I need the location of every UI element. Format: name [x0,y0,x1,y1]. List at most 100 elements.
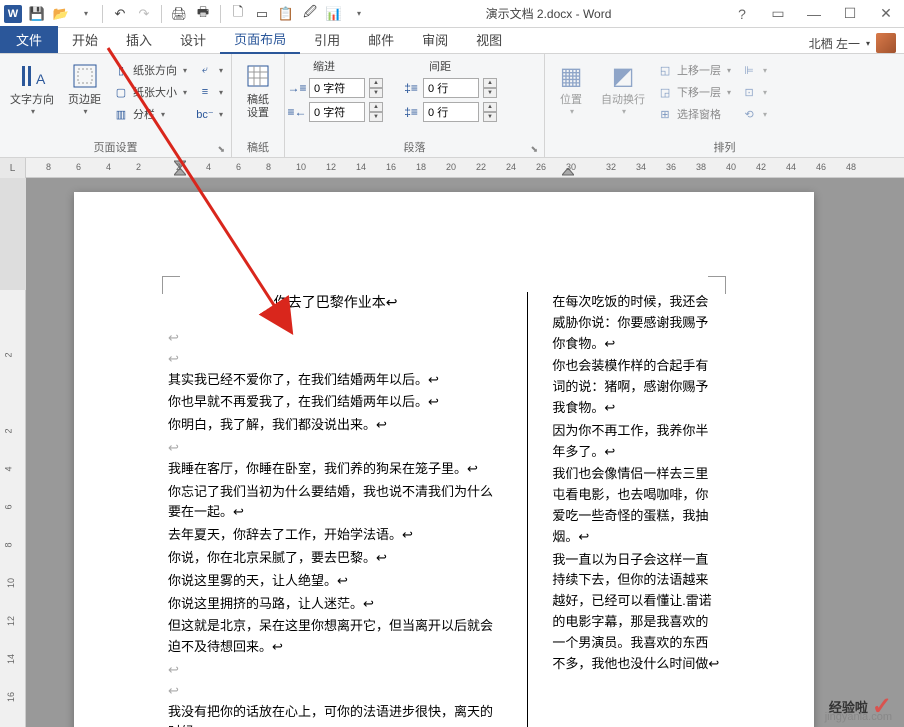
size-button[interactable]: ▢ 纸张大小▾ [109,82,191,102]
margin-corner-tl [162,276,180,294]
undo-icon[interactable]: ↶ [109,3,131,25]
doc-paragraph[interactable]: ↩ [168,349,503,370]
ruler-corner[interactable]: L [0,158,26,178]
doc-paragraph[interactable]: ↩ [168,438,503,459]
ribbon-tabs: 文件 开始 插入 设计 页面布局 引用 邮件 审阅 视图 北栖 左一 ▾ [0,28,904,54]
page-break-icon[interactable]: ▭ [251,3,273,25]
paste-special-icon[interactable]: 📋 [275,3,297,25]
space-after-input[interactable]: 0 行 [423,102,479,122]
save-icon[interactable]: 💾 [26,3,48,25]
doc-paragraph[interactable]: 我睡在客厅，你睡在卧室，我们养的狗呆在笼子里。↩ [168,459,503,480]
doc-viewport[interactable]: 你去了巴黎作业本↩ ↩↩其实我已经不爱你了，在我们结婚两年以后。↩你也早就不再爱… [26,178,904,727]
paragraph-launcher-icon[interactable]: ⬊ [530,144,538,155]
align-button[interactable]: ⊫▾ [737,60,771,80]
maximize-icon[interactable]: ☐ [836,3,864,25]
breaks-icon: ⤶ [197,62,213,78]
chart-icon[interactable]: 📊 [323,3,345,25]
doc-paragraph[interactable]: 你说，你在北京呆腻了，要去巴黎。↩ [168,548,503,569]
position-button[interactable]: ▦ 位置 ▾ [549,56,593,120]
print-preview-icon[interactable]: 🖨 [168,3,190,25]
doc-paragraph[interactable]: 我没有把你的话放在心上，可你的法语进步很快，离天的时候↩ [168,702,503,727]
spin-down-icon[interactable]: ▼ [483,112,497,122]
doc-paragraph[interactable]: ↩ [168,328,503,349]
group-button[interactable]: ⊡▾ [737,82,771,102]
tab-review[interactable]: 审阅 [408,26,462,53]
rotate-button[interactable]: ⟲▾ [737,104,771,124]
margins-button[interactable]: 页边距 ▾ [62,56,107,120]
ruler-tick: 34 [636,162,646,172]
spin-up-icon[interactable]: ▲ [483,78,497,88]
doc-paragraph[interactable]: 去年夏天，你辞去了工作，开始学法语。↩ [168,525,503,546]
indent-left-input[interactable]: 0 字符 [309,78,365,98]
tab-file[interactable]: 文件 [0,26,58,53]
doc-paragraph[interactable]: 你说这里拥挤的马路，让人迷茫。↩ [168,594,503,615]
group-label-paragraph: 段落 ⬊ [289,137,540,157]
redo-icon[interactable]: ↷ [133,3,155,25]
doc-paragraph[interactable]: 你也早就不再爱我了，在我们结婚两年以后。↩ [168,392,503,413]
selection-pane-button[interactable]: ⊞选择窗格 [653,104,735,124]
minimize-icon[interactable]: — [800,3,828,25]
qat-more-icon[interactable]: ▾ [74,3,96,25]
avatar[interactable] [876,33,896,53]
doc-paragraph[interactable]: 你说这里雾的天，让人绝望。↩ [168,571,503,592]
wrap-button[interactable]: ◩ 自动换行 ▾ [595,56,651,120]
text-direction-button[interactable]: A 文字方向 ▾ [4,56,60,120]
qat-separator [102,5,103,23]
space-before-input[interactable]: 0 行 [423,78,479,98]
doc-paragraph[interactable]: 其实我已经不爱你了，在我们结婚两年以后。↩ [168,370,503,391]
doc-paragraph[interactable]: 你明白，我了解，我们都没说出来。↩ [168,415,503,436]
close-icon[interactable]: ✕ [872,3,900,25]
hyphenation-button[interactable]: bc⁻▾ [193,104,227,124]
doc-paragraph[interactable]: ↩ [168,681,503,702]
tab-page-layout[interactable]: 页面布局 [220,25,300,54]
user-name-label[interactable]: 北栖 左一 [809,35,860,52]
doc-paragraph[interactable]: ↩ [168,660,503,681]
doc-paragraph[interactable]: 但这就是北京，呆在这里你想离开它，但当离开以后就会迫不及待想回来。↩ [168,616,503,658]
doc-title[interactable]: 你去了巴黎作业本↩ [168,292,503,312]
tab-home[interactable]: 开始 [58,26,112,53]
new-doc-icon[interactable]: 🗋 [227,3,249,25]
gaozhi-settings-button[interactable]: 稿纸 设置 [236,56,280,124]
ruler-tick: 38 [696,162,706,172]
ruler-tick: 48 [846,162,856,172]
indent-label: 缩进 [313,58,335,74]
open-icon[interactable]: 📂 [50,3,72,25]
tab-view[interactable]: 视图 [462,26,516,53]
group-icon: ⊡ [741,84,757,100]
doc-paragraph[interactable]: 在每次吃饭的时候，我还会威胁你说：你要感谢我赐予你食物。↩ [552,292,720,354]
tab-design[interactable]: 设计 [166,26,220,53]
doc-paragraph[interactable]: 我一直以为日子会这样一直持续下去，但你的法语越来越好，已经可以看懂让.雷诺的电影… [552,550,720,675]
spin-up-icon[interactable]: ▲ [369,102,383,112]
orientation-button[interactable]: ▯ 纸张方向▾ [109,60,191,80]
spin-down-icon[interactable]: ▼ [483,88,497,98]
spin-down-icon[interactable]: ▼ [369,112,383,122]
ribbon-options-icon[interactable]: ▭ [764,3,792,25]
breaks-button[interactable]: ⤶▾ [193,60,227,80]
tab-references[interactable]: 引用 [300,26,354,53]
tab-mailings[interactable]: 邮件 [354,26,408,53]
columns-button[interactable]: ▥ 分栏▾ [109,104,191,124]
doc-paragraph[interactable]: 我们也会像情侣一样去三里屯看电影，也去喝咖啡，你爱吃一些奇怪的蛋糕，我抽烟。↩ [552,464,720,547]
doc-paragraph[interactable]: 你忘记了我们当初为什么要结婚，我也说不清我们为什么要在一起。↩ [168,482,503,524]
document-page[interactable]: 你去了巴黎作业本↩ ↩↩其实我已经不爱你了，在我们结婚两年以后。↩你也早就不再爱… [74,192,814,727]
print-icon[interactable]: 🖶 [192,3,214,25]
bring-forward-button[interactable]: ◱上移一层▾ [653,60,735,80]
send-backward-button[interactable]: ◲下移一层▾ [653,82,735,102]
line-numbers-button[interactable]: ≡▾ [193,82,227,102]
ruler-tick: 4 [206,162,211,172]
vertical-ruler[interactable]: 422246810121416 [0,178,26,727]
page-setup-launcher-icon[interactable]: ⬊ [217,144,225,155]
doc-paragraph[interactable]: 你也会装模作样的合起手有词的说：猪啊，感谢你赐予我食物。↩ [552,356,720,418]
spin-up-icon[interactable]: ▲ [483,102,497,112]
spin-up-icon[interactable]: ▲ [369,78,383,88]
misc-icon[interactable]: 🖉 [299,3,321,25]
qat-dropdown-icon[interactable]: ▾ [347,3,369,25]
indent-right-input[interactable]: 0 字符 [309,102,365,122]
help-icon[interactable]: ? [728,3,756,25]
ruler-tick: 42 [756,162,766,172]
horizontal-ruler[interactable]: L 86422468101214161820222426303234363840… [0,158,904,178]
ruler-tick: 6 [236,162,241,172]
doc-paragraph[interactable]: 因为你不再工作，我养你半年多了。↩ [552,421,720,463]
tab-insert[interactable]: 插入 [112,26,166,53]
spin-down-icon[interactable]: ▼ [369,88,383,98]
